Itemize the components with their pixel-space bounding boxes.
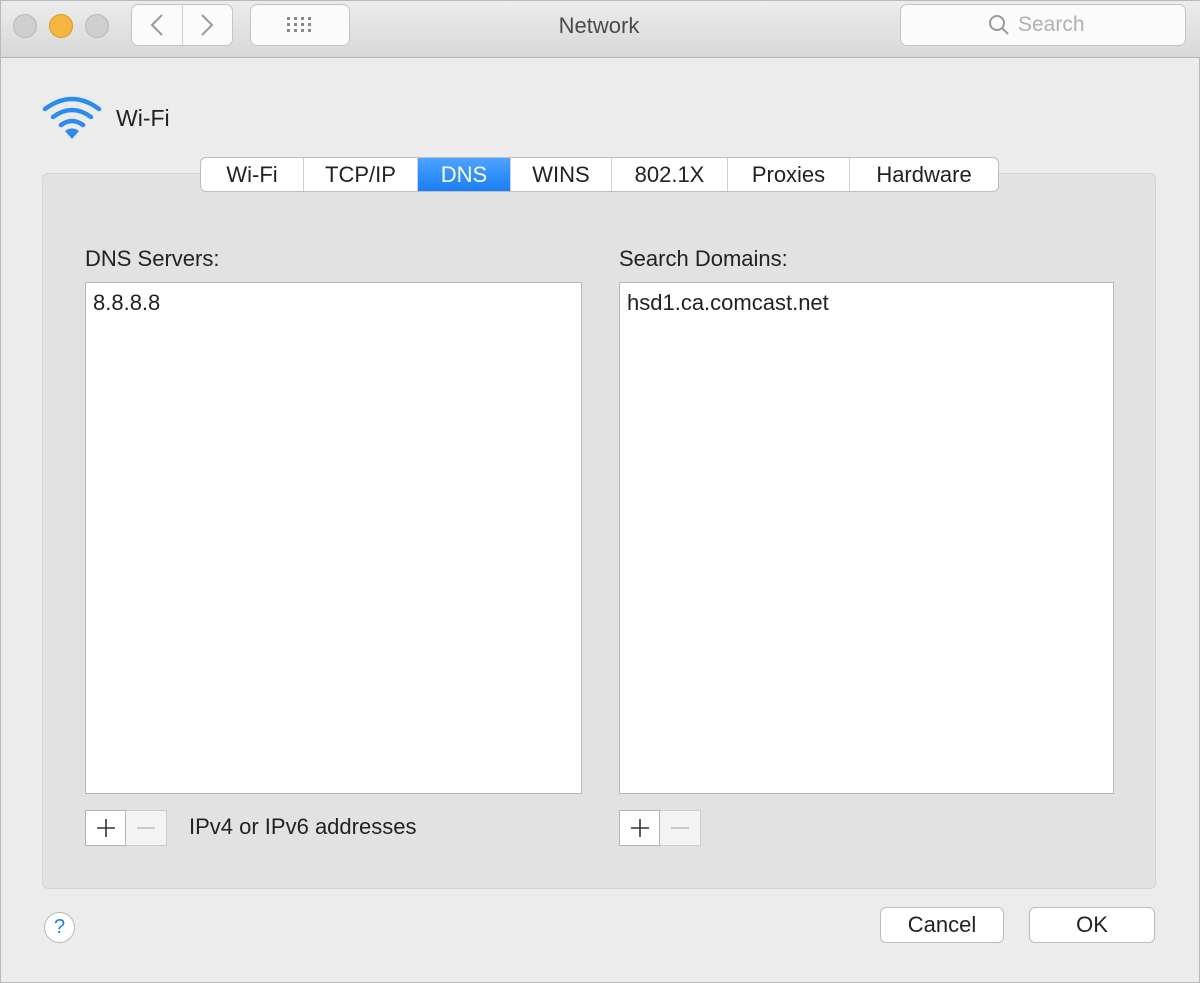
interface-name: Wi-Fi <box>116 105 170 131</box>
tab-8021x[interactable]: 802.1X <box>612 158 728 191</box>
minus-icon <box>671 827 689 829</box>
search-icon <box>989 15 1009 35</box>
remove-search-domain-button[interactable] <box>660 810 701 846</box>
window-title: Network <box>558 13 640 38</box>
plus-icon <box>96 819 115 837</box>
tab-hardware[interactable]: Hardware <box>850 158 998 191</box>
navigation-buttons <box>131 4 233 46</box>
tab-wins[interactable]: WINS <box>511 158 612 191</box>
dns-servers-hint: IPv4 or IPv6 addresses <box>189 814 417 839</box>
add-dns-server-button[interactable] <box>85 810 126 846</box>
search-field[interactable] <box>900 4 1186 46</box>
dns-servers-label: DNS Servers: <box>85 246 220 271</box>
list-item[interactable]: 8.8.8.8 <box>86 283 581 316</box>
tab-bar: Wi-Fi TCP/IP DNS WINS 802.1X Proxies Har… <box>200 157 999 192</box>
close-window-button[interactable] <box>13 14 37 38</box>
zoom-window-button[interactable] <box>85 14 109 38</box>
cancel-button[interactable]: Cancel <box>880 907 1004 943</box>
tab-tcpip[interactable]: TCP/IP <box>304 158 418 191</box>
tab-proxies[interactable]: Proxies <box>728 158 850 191</box>
dns-servers-controls <box>85 810 167 846</box>
forward-button[interactable] <box>181 5 233 45</box>
add-search-domain-button[interactable] <box>619 810 660 846</box>
title-bar: Network <box>1 1 1200 58</box>
help-button[interactable]: ? <box>44 912 75 943</box>
tab-dns[interactable]: DNS <box>418 158 511 191</box>
wifi-icon <box>42 96 102 139</box>
plus-icon <box>630 819 649 837</box>
search-domains-controls <box>619 810 701 846</box>
grid-icon <box>287 17 311 32</box>
chevron-right-icon <box>201 14 214 36</box>
minimize-window-button[interactable] <box>49 14 73 38</box>
tab-wifi[interactable]: Wi-Fi <box>201 158 304 191</box>
ok-button[interactable]: OK <box>1029 907 1155 943</box>
chevron-left-icon <box>150 14 163 36</box>
search-domains-label: Search Domains: <box>619 246 788 271</box>
list-item[interactable]: hsd1.ca.comcast.net <box>620 283 1113 316</box>
back-button[interactable] <box>132 5 182 45</box>
search-input[interactable] <box>1018 13 1098 37</box>
minus-icon <box>137 827 155 829</box>
remove-dns-server-button[interactable] <box>126 810 167 846</box>
search-domains-list[interactable]: hsd1.ca.comcast.net <box>619 282 1114 794</box>
network-preferences-window: Network Wi-Fi Wi-Fi TCP/IP DNS WINS 802.… <box>0 0 1200 983</box>
dns-servers-list[interactable]: 8.8.8.8 <box>85 282 582 794</box>
show-all-button[interactable] <box>250 4 350 46</box>
